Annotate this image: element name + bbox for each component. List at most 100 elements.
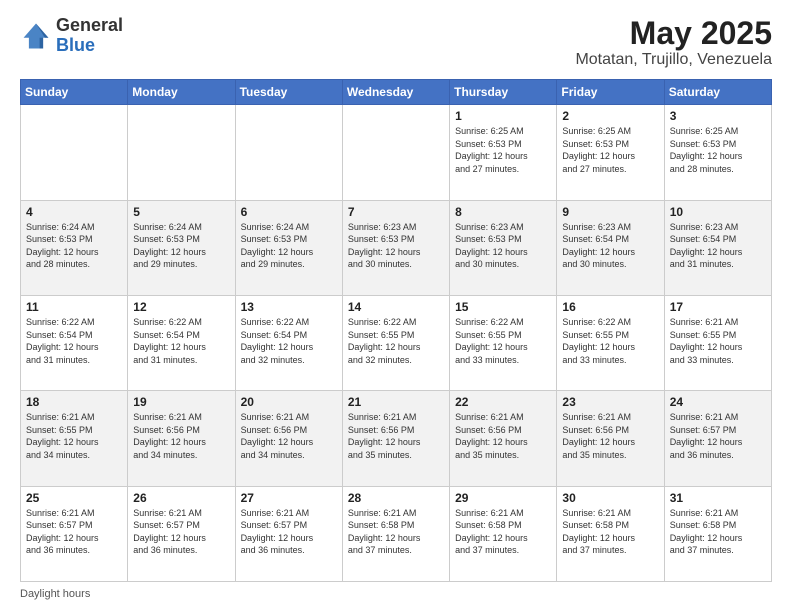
day-info: Sunrise: 6:21 AM Sunset: 6:57 PM Dayligh… [670, 411, 766, 461]
day-info: Sunrise: 6:23 AM Sunset: 6:53 PM Dayligh… [455, 221, 551, 271]
day-info: Sunrise: 6:24 AM Sunset: 6:53 PM Dayligh… [26, 221, 122, 271]
day-info: Sunrise: 6:21 AM Sunset: 6:56 PM Dayligh… [348, 411, 444, 461]
logo-general-text: General [56, 15, 123, 35]
day-info: Sunrise: 6:21 AM Sunset: 6:57 PM Dayligh… [26, 507, 122, 557]
calendar-cell: 30 Sunrise: 6:21 AM Sunset: 6:58 PM Dayli… [557, 486, 664, 581]
logo: General Blue [20, 16, 123, 56]
day-header-sunday: Sunday [21, 80, 128, 105]
calendar-cell: 14 Sunrise: 6:22 AM Sunset: 6:55 PM Dayli… [342, 295, 449, 390]
day-info: Sunrise: 6:22 AM Sunset: 6:55 PM Dayligh… [348, 316, 444, 366]
calendar-title: May 2025 [575, 16, 772, 51]
day-info: Sunrise: 6:22 AM Sunset: 6:55 PM Dayligh… [455, 316, 551, 366]
day-number: 7 [348, 205, 444, 219]
day-info: Sunrise: 6:21 AM Sunset: 6:56 PM Dayligh… [562, 411, 658, 461]
day-number: 8 [455, 205, 551, 219]
day-number: 27 [241, 491, 337, 505]
day-header-thursday: Thursday [450, 80, 557, 105]
day-header-wednesday: Wednesday [342, 80, 449, 105]
day-number: 26 [133, 491, 229, 505]
page: General Blue May 2025 Motatan, Trujillo,… [0, 0, 792, 612]
calendar-cell: 5Sunrise: 6:24 AM Sunset: 6:53 PM Daylig… [128, 200, 235, 295]
calendar-cell [342, 105, 449, 200]
calendar-cell: 13Sunrise: 6:22 AM Sunset: 6:54 PM Dayli… [235, 295, 342, 390]
day-info: Sunrise: 6:21 AM Sunset: 6:55 PM Dayligh… [670, 316, 766, 366]
calendar-cell [128, 105, 235, 200]
day-info: Sunrise: 6:21 AM Sunset: 6:58 PM Dayligh… [562, 507, 658, 557]
day-number: 29 [455, 491, 551, 505]
day-info: Sunrise: 6:24 AM Sunset: 6:53 PM Dayligh… [241, 221, 337, 271]
day-number: 4 [26, 205, 122, 219]
logo-text: General Blue [56, 16, 123, 56]
calendar-table: SundayMondayTuesdayWednesdayThursdayFrid… [20, 79, 772, 582]
calendar-week-row: 25 Sunrise: 6:21 AM Sunset: 6:57 PM Dayli… [21, 486, 772, 581]
calendar-cell: 16 Sunrise: 6:22 AM Sunset: 6:55 PM Dayli… [557, 295, 664, 390]
day-number: 14 [348, 300, 444, 314]
day-info: Sunrise: 6:21 AM Sunset: 6:58 PM Dayligh… [348, 507, 444, 557]
day-info: Sunrise: 6:22 AM Sunset: 6:55 PM Dayligh… [562, 316, 658, 366]
calendar-cell: 4 Sunrise: 6:24 AM Sunset: 6:53 PM Daylig… [21, 200, 128, 295]
day-info: Sunrise: 6:21 AM Sunset: 6:55 PM Dayligh… [26, 411, 122, 461]
calendar-header-row: SundayMondayTuesdayWednesdayThursdayFrid… [21, 80, 772, 105]
day-info: Sunrise: 6:21 AM Sunset: 6:58 PM Dayligh… [670, 507, 766, 557]
day-info: Sunrise: 6:25 AM Sunset: 6:53 PM Dayligh… [455, 125, 551, 175]
day-header-friday: Friday [557, 80, 664, 105]
day-info: Sunrise: 6:21 AM Sunset: 6:56 PM Dayligh… [133, 411, 229, 461]
day-info: Sunrise: 6:23 AM Sunset: 6:54 PM Dayligh… [670, 221, 766, 271]
daylight-hours-label: Daylight hours [20, 588, 90, 600]
day-number: 22 [455, 395, 551, 409]
calendar-cell: 12 Sunrise: 6:22 AM Sunset: 6:54 PM Dayli… [128, 295, 235, 390]
day-info: Sunrise: 6:22 AM Sunset: 6:54 PM Dayligh… [133, 316, 229, 366]
calendar-cell: 8 Sunrise: 6:23 AM Sunset: 6:53 PM Daylig… [450, 200, 557, 295]
calendar-cell: 10 Sunrise: 6:23 AM Sunset: 6:54 PM Dayli… [664, 200, 771, 295]
day-info: Sunrise: 6:25 AM Sunset: 6:53 PM Dayligh… [562, 125, 658, 175]
day-number: 20 [241, 395, 337, 409]
day-number: 28 [348, 491, 444, 505]
calendar-cell: 22 Sunrise: 6:21 AM Sunset: 6:56 PM Dayli… [450, 391, 557, 486]
calendar-cell: 15 Sunrise: 6:22 AM Sunset: 6:55 PM Dayli… [450, 295, 557, 390]
day-number: 21 [348, 395, 444, 409]
day-number: 23 [562, 395, 658, 409]
calendar-cell: 23 Sunrise: 6:21 AM Sunset: 6:56 PM Dayli… [557, 391, 664, 486]
day-number: 16 [562, 300, 658, 314]
calendar-cell: 29 Sunrise: 6:21 AM Sunset: 6:58 PM Dayli… [450, 486, 557, 581]
day-number: 30 [562, 491, 658, 505]
day-number: 11 [26, 300, 122, 314]
calendar-week-row: 18Sunrise: 6:21 AM Sunset: 6:55 PM Dayli… [21, 391, 772, 486]
day-number: 1 [455, 109, 551, 123]
calendar-cell: 3 Sunrise: 6:25 AM Sunset: 6:53 PM Daylig… [664, 105, 771, 200]
day-number: 31 [670, 491, 766, 505]
calendar-cell [235, 105, 342, 200]
calendar-cell: 7 Sunrise: 6:23 AM Sunset: 6:53 PM Daylig… [342, 200, 449, 295]
day-number: 15 [455, 300, 551, 314]
day-info: Sunrise: 6:21 AM Sunset: 6:58 PM Dayligh… [455, 507, 551, 557]
title-block: May 2025 Motatan, Trujillo, Venezuela [575, 16, 772, 69]
day-number: 19 [133, 395, 229, 409]
day-info: Sunrise: 6:23 AM Sunset: 6:53 PM Dayligh… [348, 221, 444, 271]
day-info: Sunrise: 6:21 AM Sunset: 6:56 PM Dayligh… [455, 411, 551, 461]
calendar-cell: 18Sunrise: 6:21 AM Sunset: 6:55 PM Dayli… [21, 391, 128, 486]
day-info: Sunrise: 6:25 AM Sunset: 6:53 PM Dayligh… [670, 125, 766, 175]
calendar-week-row: 11 Sunrise: 6:22 AM Sunset: 6:54 PM Dayli… [21, 295, 772, 390]
day-header-saturday: Saturday [664, 80, 771, 105]
day-number: 2 [562, 109, 658, 123]
calendar-cell: 25 Sunrise: 6:21 AM Sunset: 6:57 PM Dayli… [21, 486, 128, 581]
calendar-cell [21, 105, 128, 200]
day-number: 12 [133, 300, 229, 314]
logo-blue-text: Blue [56, 35, 95, 55]
day-number: 25 [26, 491, 122, 505]
day-info: Sunrise: 6:21 AM Sunset: 6:56 PM Dayligh… [241, 411, 337, 461]
calendar-cell: 20 Sunrise: 6:21 AM Sunset: 6:56 PM Dayli… [235, 391, 342, 486]
calendar-subtitle: Motatan, Trujillo, Venezuela [575, 51, 772, 69]
day-info: Sunrise: 6:21 AM Sunset: 6:57 PM Dayligh… [133, 507, 229, 557]
calendar-week-row: 1 Sunrise: 6:25 AM Sunset: 6:53 PM Daylig… [21, 105, 772, 200]
day-info: Sunrise: 6:21 AM Sunset: 6:57 PM Dayligh… [241, 507, 337, 557]
calendar-week-row: 4 Sunrise: 6:24 AM Sunset: 6:53 PM Daylig… [21, 200, 772, 295]
day-header-monday: Monday [128, 80, 235, 105]
calendar-cell: 21 Sunrise: 6:21 AM Sunset: 6:56 PM Dayli… [342, 391, 449, 486]
day-number: 9 [562, 205, 658, 219]
day-number: 3 [670, 109, 766, 123]
day-info: Sunrise: 6:22 AM Sunset: 6:54 PM Dayligh… [26, 316, 122, 366]
calendar-cell: 9Sunrise: 6:23 AM Sunset: 6:54 PM Daylig… [557, 200, 664, 295]
day-number: 10 [670, 205, 766, 219]
calendar-cell: 19 Sunrise: 6:21 AM Sunset: 6:56 PM Dayli… [128, 391, 235, 486]
